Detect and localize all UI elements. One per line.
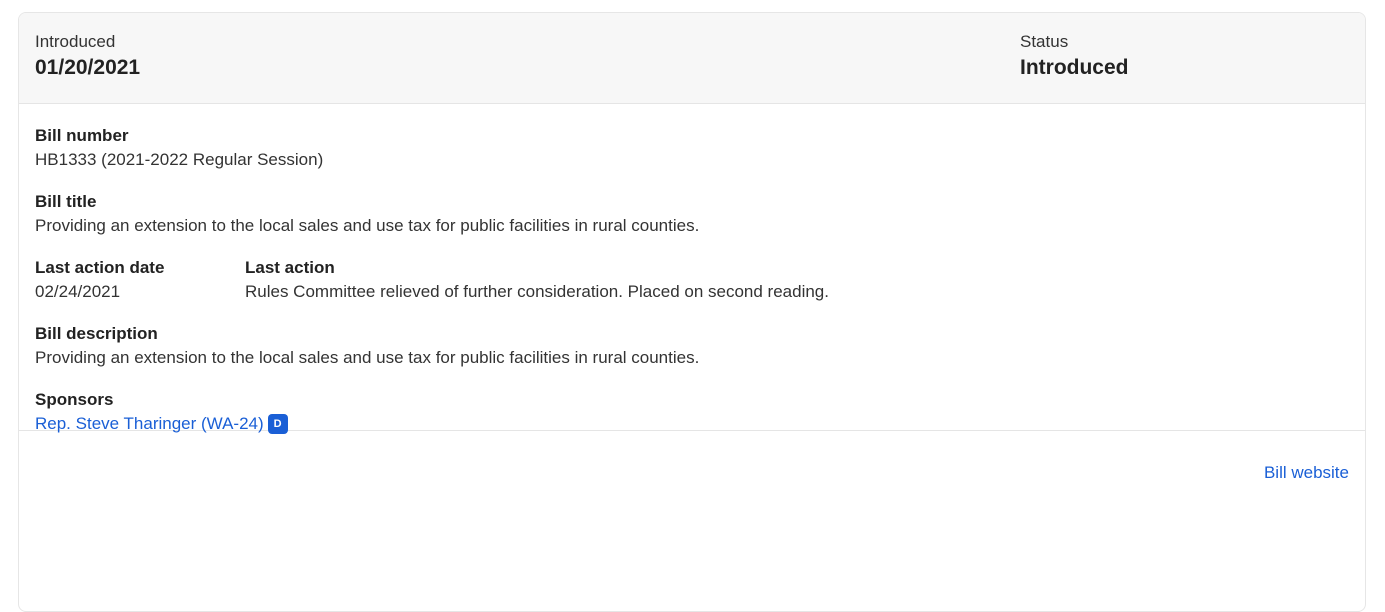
- last-action-date-label: Last action date: [35, 258, 165, 277]
- status-value: Introduced: [1020, 56, 1129, 79]
- bill-number-label: Bill number: [35, 126, 129, 145]
- bill-number-field: Bill number HB1333 (2021-2022 Regular Se…: [35, 125, 1349, 172]
- bill-details: Bill number HB1333 (2021-2022 Regular Se…: [19, 104, 1365, 434]
- bill-number-value: HB1333 (2021-2022 Regular Session): [35, 150, 324, 169]
- bill-title-label: Bill title: [35, 192, 97, 211]
- last-action-label: Last action: [245, 258, 335, 277]
- last-action-date-value: 02/24/2021: [35, 282, 121, 301]
- bill-card-header: Introduced 01/20/2021 Status Introduced: [19, 13, 1365, 104]
- introduced-block: Introduced 01/20/2021: [35, 31, 140, 82]
- bill-description-label: Bill description: [35, 324, 158, 343]
- sponsors-field: Sponsors Rep. Steve Tharinger (WA-24) D: [35, 389, 1349, 436]
- bill-website-link[interactable]: Bill website: [1264, 463, 1349, 483]
- bill-description-value: Providing an extension to the local sale…: [35, 348, 700, 367]
- last-action-field: Last action Rules Committee relieved of …: [245, 257, 1349, 304]
- status-block: Status Introduced: [1020, 31, 1129, 82]
- bill-title-field: Bill title Providing an extension to the…: [35, 191, 1349, 238]
- last-action-value: Rules Committee relieved of further cons…: [245, 282, 829, 301]
- introduced-date: 01/20/2021: [35, 56, 141, 79]
- introduced-label: Introduced: [35, 32, 116, 51]
- last-action-date-field: Last action date 02/24/2021: [35, 257, 245, 304]
- bill-card: Introduced 01/20/2021 Status Introduced …: [18, 12, 1366, 612]
- bill-card-footer: Bill website: [19, 431, 1365, 531]
- status-label: Status: [1020, 32, 1069, 51]
- bill-description-field: Bill description Providing an extension …: [35, 323, 1349, 370]
- sponsors-label: Sponsors: [35, 390, 114, 409]
- bill-title-value: Providing an extension to the local sale…: [35, 216, 700, 235]
- last-action-row: Last action date 02/24/2021 Last action …: [35, 257, 1349, 304]
